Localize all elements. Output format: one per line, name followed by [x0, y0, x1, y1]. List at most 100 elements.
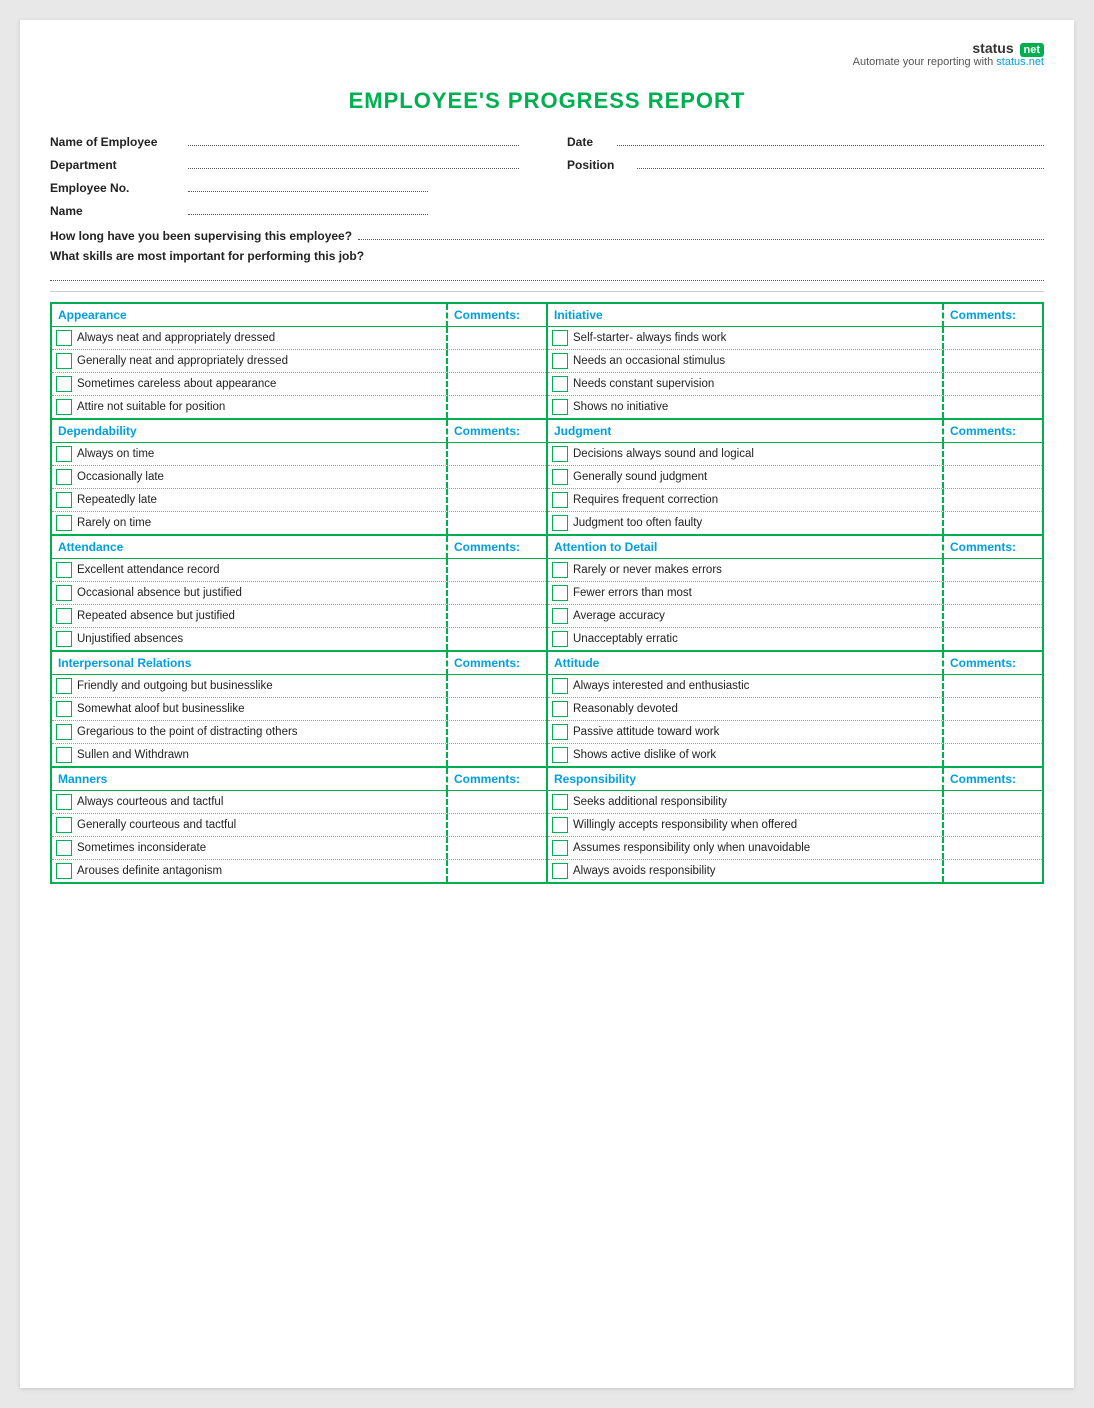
checkbox[interactable] [56, 608, 72, 624]
checkbox[interactable] [56, 330, 72, 346]
item-comments-area[interactable] [446, 373, 546, 395]
checkbox[interactable] [552, 678, 568, 694]
item-comments-area[interactable] [446, 512, 546, 534]
checkbox[interactable] [56, 446, 72, 462]
item-comments-area[interactable] [942, 489, 1042, 511]
item-comments-area[interactable] [942, 675, 1042, 697]
checkbox[interactable] [56, 353, 72, 369]
checkbox[interactable] [56, 631, 72, 647]
item-comments-area[interactable] [446, 698, 546, 720]
checkbox[interactable] [56, 724, 72, 740]
item-comments-area[interactable] [446, 860, 546, 882]
checkbox[interactable] [56, 678, 72, 694]
category-title: Attitude [548, 652, 942, 675]
checkbox[interactable] [56, 492, 72, 508]
branding: status net Automate your reporting with … [50, 40, 1044, 68]
item-comments-area[interactable] [446, 396, 546, 418]
checkbox[interactable] [552, 608, 568, 624]
employee-no-input[interactable] [188, 178, 428, 192]
list-item: Assumes responsibility only when unavoid… [548, 837, 1042, 860]
checkbox[interactable] [552, 794, 568, 810]
checkbox[interactable] [552, 840, 568, 856]
checkbox[interactable] [552, 376, 568, 392]
item-comments-area[interactable] [942, 559, 1042, 581]
item-comments-area[interactable] [942, 628, 1042, 650]
item-comments-area[interactable] [446, 327, 546, 349]
item-comments-area[interactable] [446, 350, 546, 372]
item-text: Arouses definite antagonism [77, 864, 222, 879]
checkbox[interactable] [552, 585, 568, 601]
item-comments-area[interactable] [942, 698, 1042, 720]
list-item: Sullen and Withdrawn [52, 744, 546, 766]
item-comments-area[interactable] [942, 327, 1042, 349]
checkbox[interactable] [552, 817, 568, 833]
checkbox[interactable] [552, 492, 568, 508]
item-comments-area[interactable] [446, 814, 546, 836]
position-input[interactable] [637, 155, 1044, 169]
checkbox[interactable] [552, 330, 568, 346]
item-comments-area[interactable] [446, 675, 546, 697]
checkbox[interactable] [552, 747, 568, 763]
checkbox[interactable] [552, 701, 568, 717]
checkbox[interactable] [552, 446, 568, 462]
item-comments-area[interactable] [942, 814, 1042, 836]
item-comments-area[interactable] [446, 605, 546, 627]
checkbox[interactable] [552, 631, 568, 647]
date-input[interactable] [617, 132, 1044, 146]
item-comments-area[interactable] [942, 744, 1042, 766]
name-input[interactable] [188, 201, 428, 215]
status-link[interactable]: status.net [996, 56, 1044, 68]
list-item: Generally neat and appropriately dressed [52, 350, 546, 373]
item-text: Needs an occasional stimulus [573, 354, 725, 369]
checkbox[interactable] [56, 469, 72, 485]
item-comments-area[interactable] [446, 582, 546, 604]
checkbox[interactable] [56, 562, 72, 578]
item-comments-area[interactable] [942, 512, 1042, 534]
item-comments-area[interactable] [942, 605, 1042, 627]
item-comments-area[interactable] [942, 466, 1042, 488]
checkbox[interactable] [56, 376, 72, 392]
checkbox[interactable] [552, 399, 568, 415]
checkbox[interactable] [56, 515, 72, 531]
checkbox[interactable] [56, 817, 72, 833]
item-comments-area[interactable] [942, 860, 1042, 882]
checkbox[interactable] [552, 724, 568, 740]
item-comments-area[interactable] [942, 721, 1042, 743]
item-comments-area[interactable] [942, 582, 1042, 604]
checkbox[interactable] [56, 585, 72, 601]
checkbox[interactable] [56, 794, 72, 810]
item-comments-area[interactable] [942, 791, 1042, 813]
department-input[interactable] [188, 155, 519, 169]
checkbox[interactable] [56, 701, 72, 717]
checkbox[interactable] [56, 747, 72, 763]
list-item: Rarely or never makes errors [548, 559, 1042, 582]
question2-input[interactable] [50, 267, 1044, 281]
item-comments-area[interactable] [446, 837, 546, 859]
item-comments-area[interactable] [446, 489, 546, 511]
question1-input[interactable] [358, 226, 1044, 240]
report-title: EMPLOYEE'S PROGRESS REPORT [50, 88, 1044, 114]
item-comments-area[interactable] [942, 837, 1042, 859]
checkbox[interactable] [552, 353, 568, 369]
item-comments-area[interactable] [446, 466, 546, 488]
name-of-employee-input[interactable] [188, 132, 519, 146]
item-comments-area[interactable] [446, 628, 546, 650]
list-item: Repeatedly late [52, 489, 546, 512]
item-comments-area[interactable] [446, 721, 546, 743]
checkbox[interactable] [56, 863, 72, 879]
checkbox[interactable] [552, 863, 568, 879]
checkbox[interactable] [56, 840, 72, 856]
checkbox[interactable] [552, 562, 568, 578]
item-comments-area[interactable] [942, 396, 1042, 418]
checkbox[interactable] [552, 515, 568, 531]
item-comments-area[interactable] [446, 443, 546, 465]
item-comments-area[interactable] [446, 744, 546, 766]
checkbox[interactable] [552, 469, 568, 485]
date-label: Date [567, 135, 617, 149]
item-comments-area[interactable] [942, 373, 1042, 395]
item-comments-area[interactable] [942, 350, 1042, 372]
item-comments-area[interactable] [942, 443, 1042, 465]
item-comments-area[interactable] [446, 559, 546, 581]
checkbox[interactable] [56, 399, 72, 415]
item-comments-area[interactable] [446, 791, 546, 813]
